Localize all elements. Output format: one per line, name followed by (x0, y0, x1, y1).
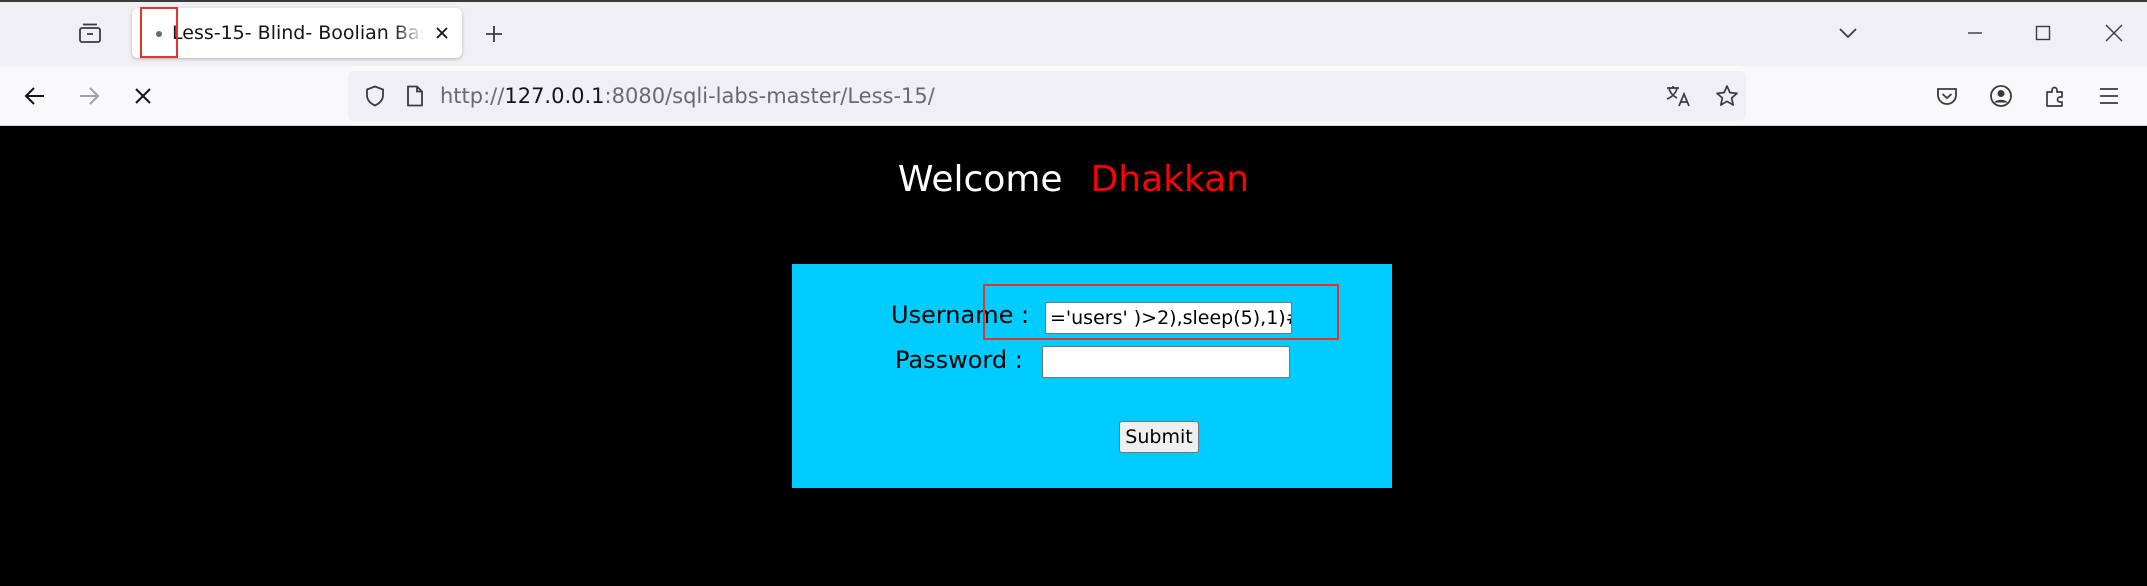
login-form: Username : ='users' )>2),sleep(5),1)# Pa… (792, 264, 1392, 488)
stop-loading-icon[interactable] (126, 79, 160, 113)
page-info-icon[interactable] (398, 79, 432, 113)
extensions-puzzle-icon[interactable] (2038, 79, 2072, 113)
address-bar[interactable]: http://127.0.0.1:8080/sqli-labs-master/L… (348, 71, 1746, 121)
username-label: Username : (891, 301, 1030, 329)
back-arrow-icon[interactable] (18, 79, 52, 113)
tab-close-icon[interactable] (428, 18, 456, 48)
loading-dot-icon (156, 31, 162, 37)
tab-title: Less-15- Blind- Boolian Based (172, 22, 424, 44)
close-window-icon[interactable] (2097, 16, 2131, 50)
tab-list-icon[interactable] (72, 18, 108, 48)
list-all-tabs-chevron-down-icon[interactable] (1830, 16, 1866, 50)
tracking-protection-shield-icon[interactable] (358, 79, 392, 113)
submit-button[interactable]: Submit (1119, 421, 1199, 453)
new-tab-plus-icon[interactable] (478, 18, 510, 50)
pocket-icon[interactable] (1930, 79, 1964, 113)
url-host: 127.0.0.1 (504, 84, 605, 108)
page-content: Welcome Dhakkan Username : ='users' )>2),… (0, 127, 2147, 586)
forward-arrow-icon[interactable] (72, 79, 106, 113)
welcome-name: Dhakkan (1090, 159, 1250, 200)
bookmark-star-icon[interactable] (1710, 79, 1744, 113)
minimize-icon[interactable] (1960, 16, 1990, 50)
url-path: :8080/sqli-labs-master/Less-15/ (604, 84, 935, 108)
url-scheme: http:// (440, 84, 505, 108)
password-label: Password : (895, 346, 1023, 374)
navigation-toolbar: http://127.0.0.1:8080/sqli-labs-master/L… (0, 66, 2147, 126)
maximize-icon[interactable] (2028, 16, 2058, 50)
welcome-text: Welcome (897, 159, 1063, 200)
translate-icon[interactable] (1660, 79, 1696, 113)
account-icon[interactable] (1984, 79, 2018, 113)
url-text: http://127.0.0.1:8080/sqli-labs-master/L… (440, 83, 935, 109)
tab-strip: Less-15- Blind- Boolian Based (0, 0, 2147, 66)
tab-active[interactable]: Less-15- Blind- Boolian Based (132, 8, 462, 58)
username-input[interactable]: ='users' )>2),sleep(5),1)# (1045, 302, 1292, 334)
password-input[interactable] (1042, 346, 1290, 378)
application-menu-hamburger-icon[interactable] (2092, 79, 2126, 113)
welcome-heading: Welcome Dhakkan (0, 157, 2147, 203)
